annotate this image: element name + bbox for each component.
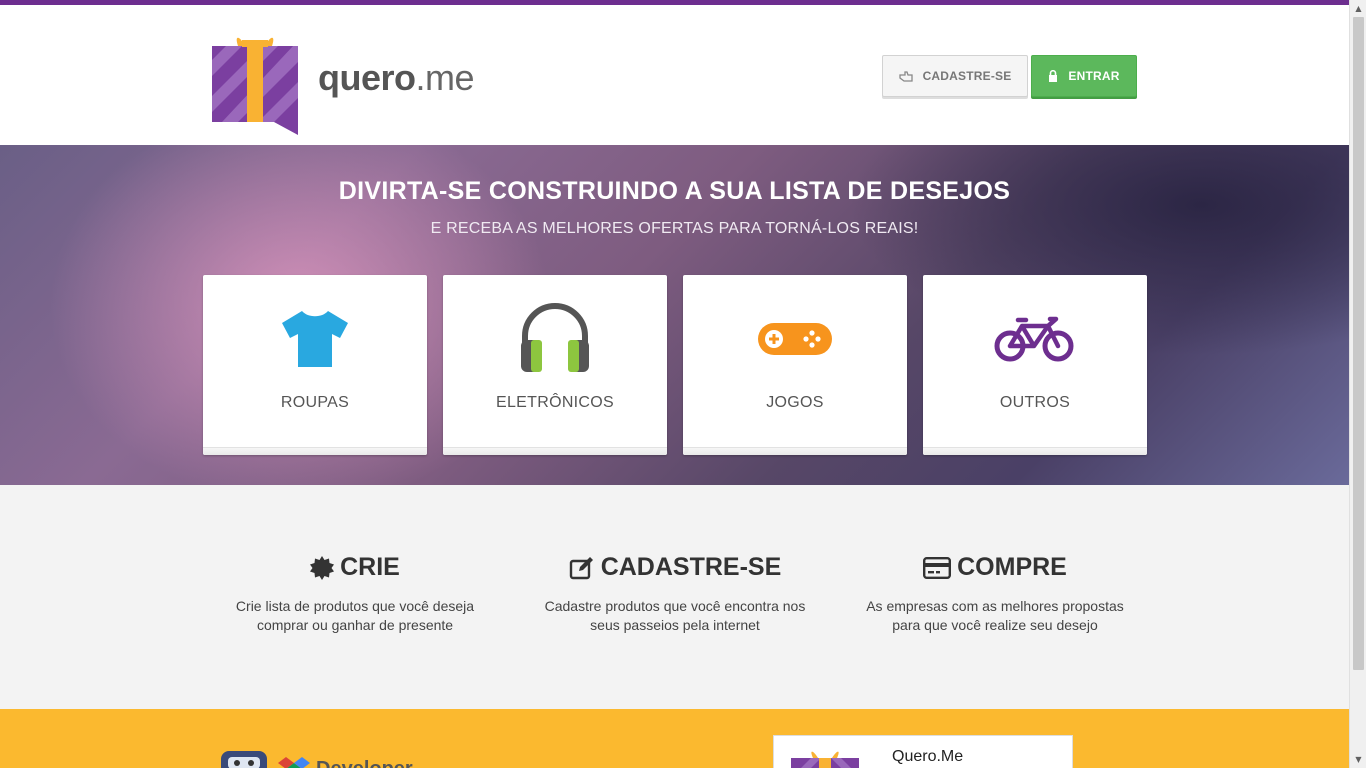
feature-cadastre: CADASTRE-SE Cadastre produtos que você e… (515, 553, 835, 635)
scroll-up-arrow-icon[interactable]: ▲ (1350, 0, 1366, 17)
facebook-page-box[interactable]: Quero.Me (773, 735, 1073, 768)
card-footer (443, 447, 667, 455)
hero-title: DIVIRTA-SE CONSTRUINDO A SUA LISTA DE DE… (338, 177, 1011, 205)
brand-wordmark[interactable]: quero.me (318, 57, 475, 99)
feature-crie: CRIE Crie lista de produtos que você des… (195, 553, 515, 635)
scroll-down-arrow-icon[interactable]: ▼ (1350, 751, 1366, 768)
login-label: ENTRAR (1068, 69, 1120, 83)
category-card-outros[interactable]: OUTROS (923, 275, 1147, 455)
scrollbar-thumb[interactable] (1353, 17, 1364, 670)
feature-desc-line: para que você realize seu desejo (892, 617, 1098, 633)
category-label: JOGOS (766, 394, 824, 411)
facebook-page-name[interactable]: Quero.Me (892, 748, 963, 766)
site-header: quero.me CADASTRE-SE ENTRAR (0, 5, 1349, 145)
edit-icon (569, 556, 593, 579)
signup-label: CADASTRE-SE (922, 69, 1012, 83)
category-label: OUTROS (999, 394, 1071, 411)
category-card-eletronicos[interactable]: ELETRÔNICOS (443, 275, 667, 455)
feature-title: CRIE (340, 553, 400, 581)
hero-subtitle: E RECEBA AS MELHORES OFERTAS PARA TORNÁ-… (430, 220, 919, 237)
feature-desc-line: seus passeios pela internet (590, 617, 760, 633)
feature-desc-line: Cadastre produtos que você encontra nos (544, 598, 806, 614)
tshirt-icon (282, 311, 348, 367)
gift-logo-icon[interactable] (212, 32, 302, 136)
page-thumbnail-logo-icon (791, 751, 859, 768)
signup-button[interactable]: CADASTRE-SE (882, 55, 1028, 97)
card-footer (203, 447, 427, 455)
feature-compre: COMPRE As empresas com as melhores propo… (835, 553, 1155, 635)
credit-card-icon (923, 556, 952, 579)
category-card-jogos[interactable]: JOGOS (683, 275, 907, 455)
feature-desc-line: Crie lista de produtos que você deseja (235, 598, 475, 614)
badge-icon (310, 555, 335, 580)
developer-mascot-icon (221, 751, 310, 768)
footer-section: Developer Quero.Me (0, 709, 1349, 768)
hero-banner: DIVIRTA-SE CONSTRUINDO A SUA LISTA DE DE… (0, 145, 1349, 485)
feature-desc-line: comprar ou ganhar de presente (256, 617, 454, 633)
card-footer (923, 447, 1147, 455)
feature-desc-line: As empresas com as melhores propostas (866, 598, 1124, 614)
features-section: CRIE Crie lista de produtos que você des… (0, 485, 1349, 709)
vertical-scrollbar[interactable]: ▲ ▼ (1349, 0, 1366, 768)
gamepad-icon (758, 323, 832, 355)
category-label: ELETRÔNICOS (496, 394, 614, 411)
category-card-roupas[interactable]: ROUPAS (203, 275, 427, 455)
card-footer (683, 447, 907, 455)
bicycle-icon (994, 316, 1074, 362)
feature-title: COMPRE (957, 553, 1067, 581)
headphones-icon (521, 303, 589, 372)
developer-badge[interactable]: Developer (218, 749, 413, 768)
lock-icon (1049, 70, 1058, 82)
category-label: ROUPAS (280, 394, 350, 411)
login-button[interactable]: ENTRAR (1031, 55, 1137, 97)
developer-text: Developer (316, 758, 413, 768)
hand-pointer-icon (898, 71, 913, 82)
feature-title: CADASTRE-SE (600, 553, 782, 581)
